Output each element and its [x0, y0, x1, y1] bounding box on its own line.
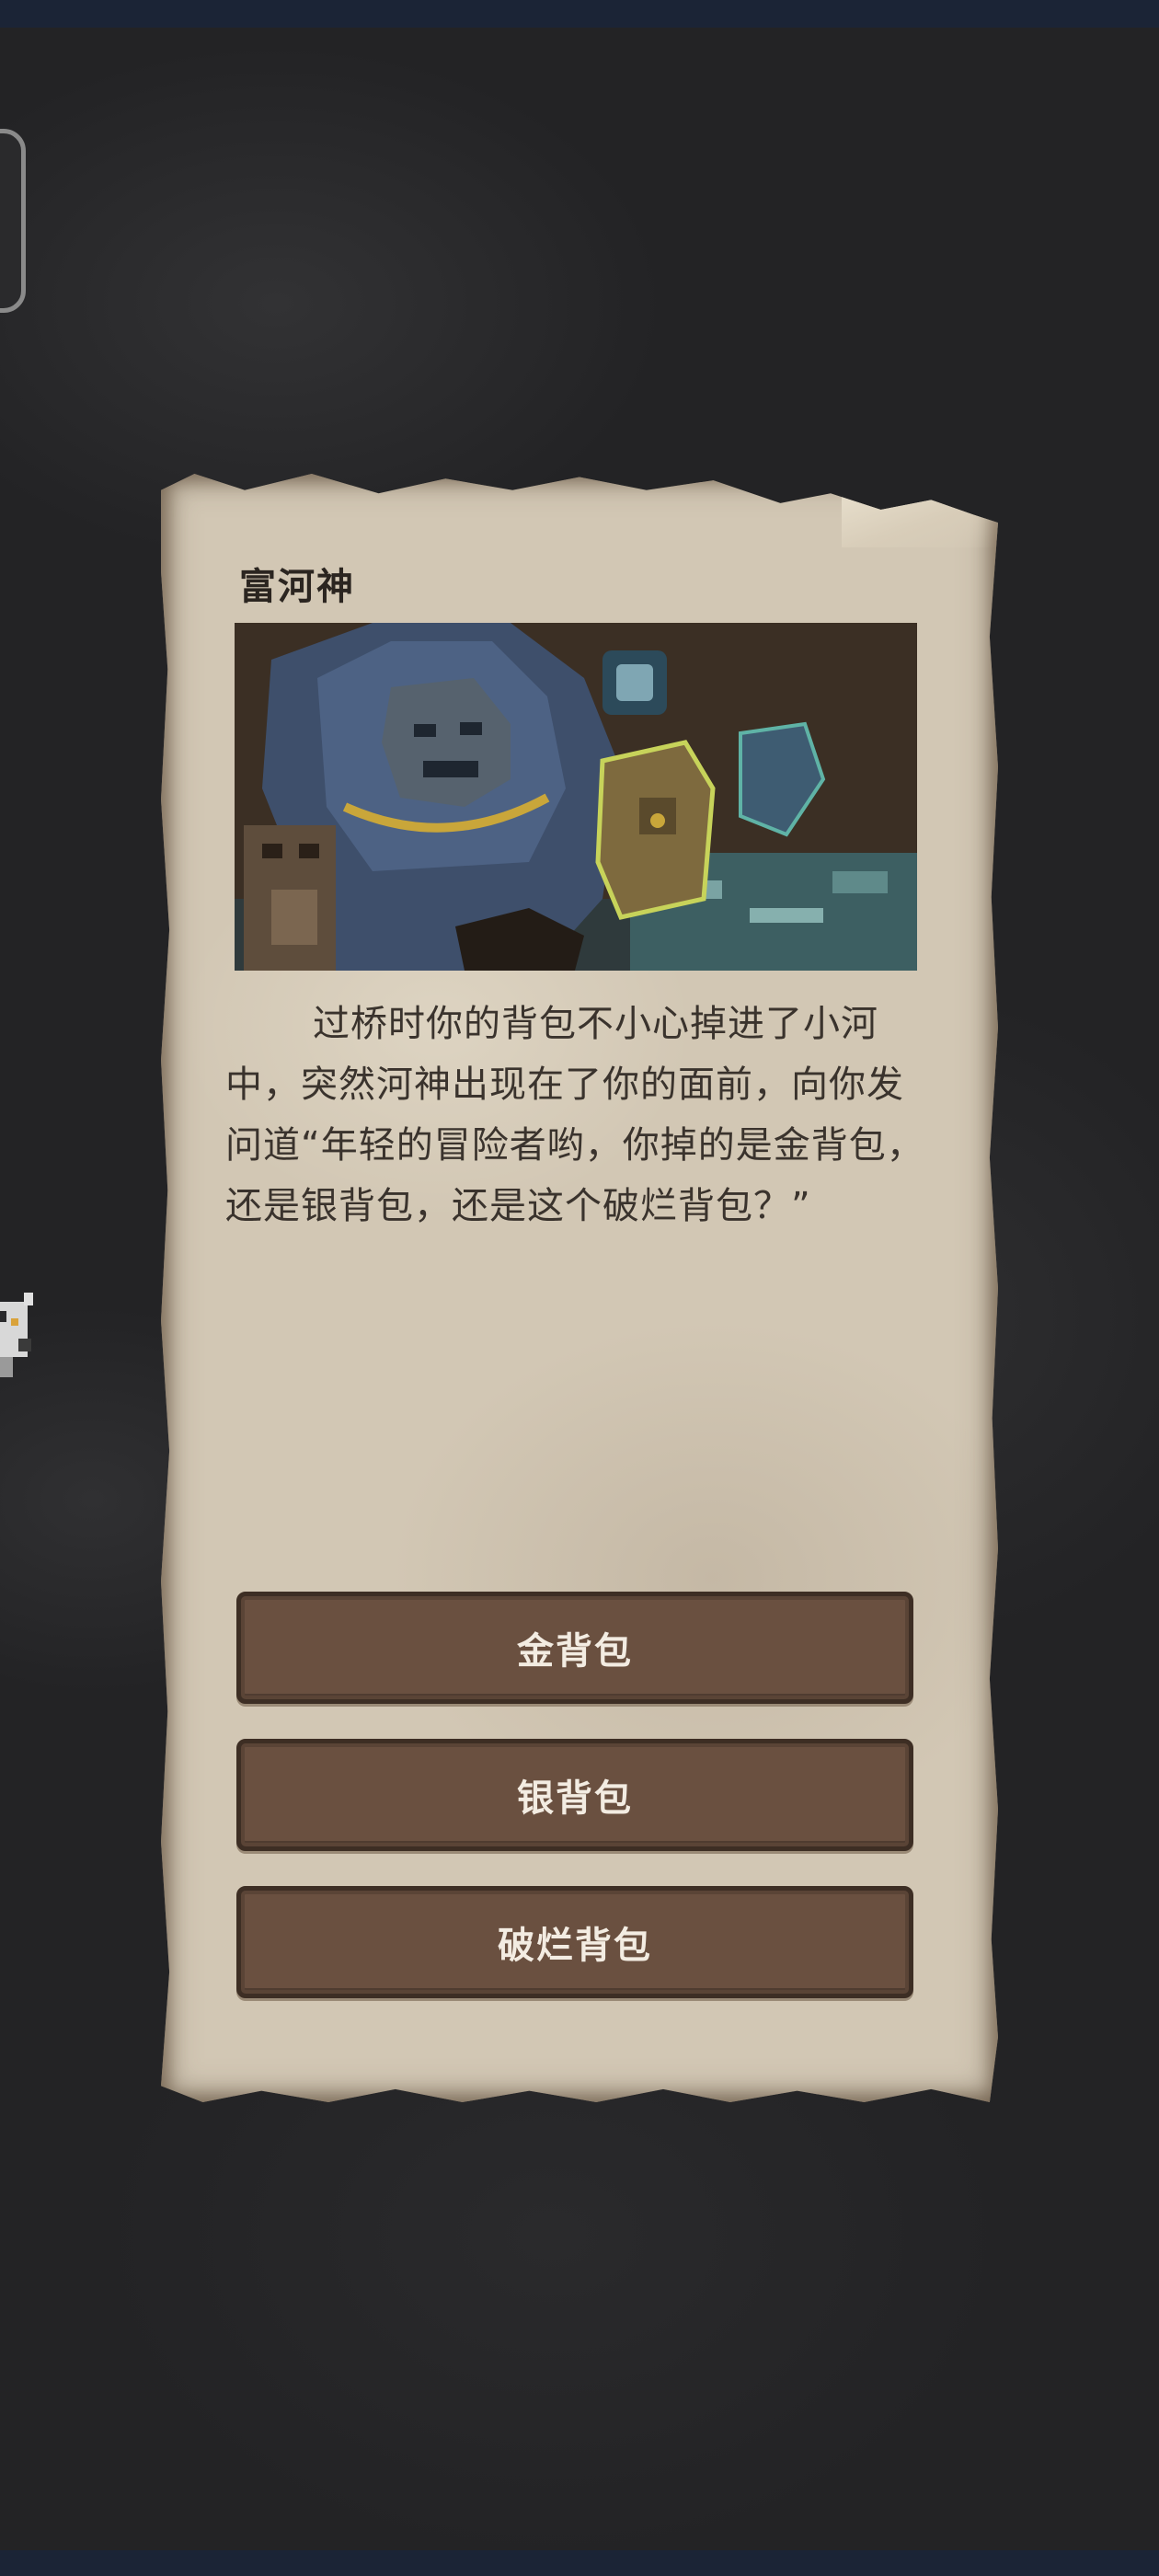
- system-status-bar: [0, 0, 1159, 28]
- gold-backpack-button[interactable]: 金背包: [236, 1592, 913, 1704]
- system-navigation-bar: [0, 2550, 1159, 2576]
- broken-backpack-button[interactable]: 破烂背包: [236, 1886, 913, 1998]
- event-card: 富河神 过桥时你的背包不小心掉进了小河中，突然河神出现在了你的面前，向你发问道“…: [161, 474, 998, 2102]
- silver-backpack-button[interactable]: 银背包: [236, 1739, 913, 1851]
- river-god-illustration: [235, 623, 917, 971]
- knight-character-icon: [0, 1293, 33, 1377]
- event-description: 过桥时你的背包不小心掉进了小河中，突然河神出现在了你的面前，向你发问道“年轻的冒…: [225, 1003, 924, 1227]
- side-menu-tab[interactable]: [0, 129, 26, 313]
- event-title: 富河神: [239, 566, 355, 608]
